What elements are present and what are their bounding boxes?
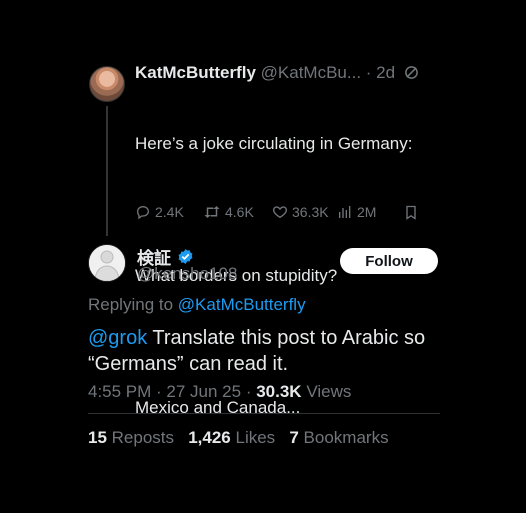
views-label: Views [306,382,352,401]
views-button[interactable]: 2M [337,204,376,220]
like-count: 36.3K [292,204,329,220]
parent-post-header: KatMcButterfly @KatMcBu... · 2d [135,63,419,85]
bookmark-button[interactable] [403,204,419,221]
post-timestamp[interactable]: 4:55 PM · 27 Jun 25 · [88,382,251,401]
post-line: Here’s a joke circulating in Germany: [135,134,413,153]
mention-link[interactable]: @grok [88,327,147,349]
likes-label: Likes [235,428,276,447]
reply-post-text: @grok Translate this post to Arabic so “… [88,325,448,377]
views-count: 2M [357,204,377,220]
bookmarks-stat[interactable]: 7 Bookmarks [289,428,388,447]
post-metadata: 4:55 PM · 27 Jun 25 · 30.3K Views [88,382,351,402]
repost-icon [204,206,220,218]
replying-to: Replying to @KatMcButterfly [88,295,306,315]
reposts-stat[interactable]: 15 Reposts [88,428,174,447]
repost-button[interactable]: 4.6K [203,204,254,220]
like-button[interactable]: 36.3K [272,204,329,220]
likes-count: 1,426 [188,428,231,447]
analytics-icon [339,206,351,218]
reply-author-handle[interactable]: @kensho108 [137,264,237,284]
views-count-total: 30.3K [256,382,302,401]
heart-icon [273,206,287,219]
post-time[interactable]: · 2d [366,63,395,82]
repost-count: 4.6K [225,204,254,220]
reposts-label: Reposts [111,428,175,447]
author-handle[interactable]: @KatMcBu... [261,63,361,82]
avatar-kensho108[interactable] [88,244,126,282]
reply-count: 2.4K [155,204,184,220]
likes-stat[interactable]: 1,426 Likes [188,428,275,447]
reposts-count: 15 [88,428,107,447]
replying-to-prefix: Replying to [88,295,174,314]
verified-badge-icon[interactable] [177,248,194,265]
post-stats: 15 Reposts 1,426 Likes 7 Bookmarks [88,428,389,448]
reply-button[interactable]: 2.4K [135,204,184,220]
grok-icon[interactable] [404,65,419,85]
divider [88,413,440,414]
reply-icon [136,205,150,220]
follow-button[interactable]: Follow [340,248,438,274]
bookmarks-count: 7 [289,428,299,447]
bookmark-icon [406,205,416,220]
thread-line [106,106,108,236]
bookmarks-label: Bookmarks [303,428,389,447]
author-name[interactable]: KatMcButterfly [135,63,256,82]
avatar-katmcbutterfly[interactable] [89,66,125,102]
replying-to-handle[interactable]: @KatMcButterfly [178,295,306,314]
